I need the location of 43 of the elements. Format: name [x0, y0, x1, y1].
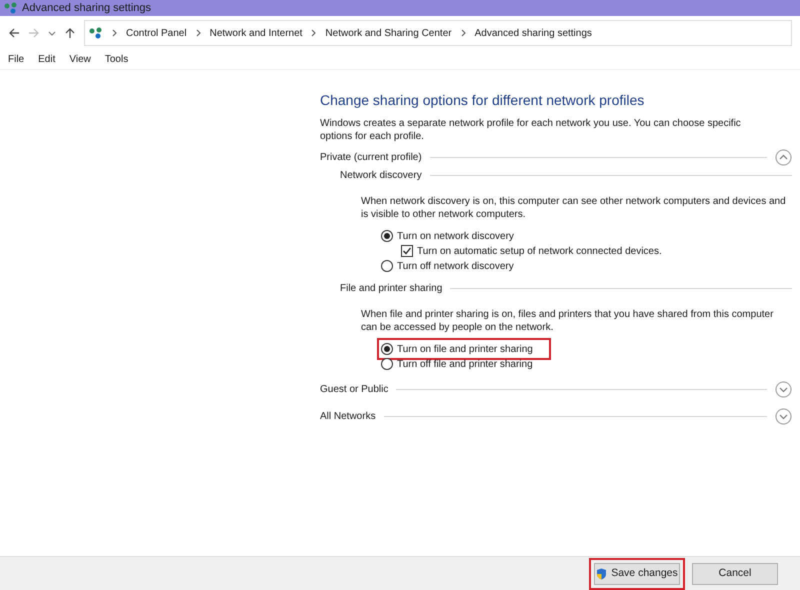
- cancel-button[interactable]: Cancel: [692, 562, 778, 584]
- window-title: Advanced sharing settings: [22, 0, 152, 16]
- save-button[interactable]: Save changes: [594, 562, 680, 584]
- breadcrumb-item[interactable]: Advanced sharing settings: [474, 26, 592, 40]
- radio-button[interactable]: [381, 230, 393, 242]
- network-icon: [89, 27, 103, 39]
- section-title: All Networks: [320, 410, 376, 424]
- checkbox[interactable]: [401, 245, 413, 257]
- menu-item[interactable]: Edit: [38, 52, 56, 67]
- group-title: Network discovery: [340, 169, 422, 183]
- chevron-icon: [112, 29, 117, 37]
- network-icon: [4, 2, 18, 14]
- expand-icon[interactable]: [775, 408, 792, 425]
- breadcrumb-item[interactable]: Network and Internet: [210, 26, 302, 40]
- menu-item[interactable]: File: [8, 52, 24, 67]
- radio-button[interactable]: [381, 260, 393, 272]
- radio-label: Turn off network discovery: [397, 260, 514, 274]
- dropdown-icon[interactable]: [48, 29, 56, 37]
- address-bar[interactable]: Control Panel Network and Internet Network and Sharing Center Advanced sharing settings: [84, 20, 792, 46]
- page-heading: Change sharing options for different network profiles: [320, 91, 646, 110]
- radio-label: Turn off file and printer sharing: [397, 358, 533, 372]
- breadcrumb-item[interactable]: Control Panel: [126, 26, 187, 40]
- menu-item[interactable]: Tools: [104, 52, 128, 67]
- checkbox-label: Turn on automatic setup of network connected devices.: [417, 244, 662, 258]
- section-title: Guest or Public: [320, 383, 388, 397]
- expand-icon[interactable]: [775, 381, 792, 398]
- menu-item[interactable]: View: [69, 52, 91, 67]
- chevron-icon: [311, 29, 316, 37]
- up-icon[interactable]: [64, 27, 76, 39]
- group-description: When network discovery is on, this computer can see other network computers and devices and is visible to other network computers.: [361, 195, 787, 221]
- radio-label: Turn on network discovery: [397, 230, 514, 244]
- chevron-icon: [460, 29, 466, 37]
- back-icon[interactable]: [8, 27, 20, 39]
- chevron-icon: [196, 29, 201, 37]
- breadcrumb-item[interactable]: Network and Sharing Center: [325, 26, 452, 40]
- radio-button[interactable]: [381, 343, 393, 355]
- collapse-icon[interactable]: [775, 149, 792, 166]
- radio-button[interactable]: [381, 358, 393, 370]
- section-title: Private (current profile): [320, 151, 422, 165]
- group-description: When file and printer sharing is on, files and printers that you have shared from this computer can be accessed by people on the network.: [361, 308, 774, 334]
- group-title: File and printer sharing: [340, 282, 442, 296]
- intro-text: Windows creates a separate network profile for each network you use. You can choose specific options for each profile.: [320, 117, 742, 143]
- radio-label: Turn on file and printer sharing: [397, 342, 533, 356]
